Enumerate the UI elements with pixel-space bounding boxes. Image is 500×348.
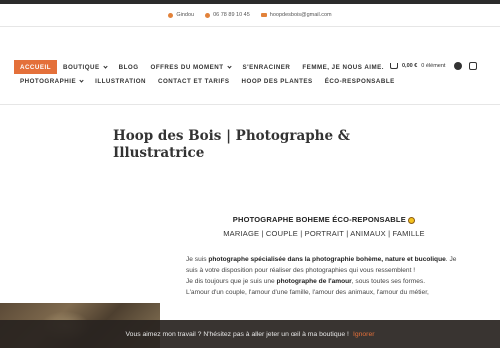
- header-divider: [0, 26, 500, 27]
- nav-item-offres[interactable]: OFFRES DU MOMENT: [145, 64, 237, 71]
- tagline-sub: MARIAGE | COUPLE | PORTRAIT | ANIMAUX | …: [223, 229, 425, 238]
- cart-icon: [390, 63, 398, 69]
- chevron-down-icon: [79, 77, 84, 83]
- contact-location: Gindou: [168, 12, 194, 18]
- nav-label: HOOP DES PLANTES: [241, 77, 313, 85]
- phone-text[interactable]: 06 78 89 10 45: [213, 12, 250, 18]
- nav-divider: [0, 104, 500, 105]
- sunflower-icon: [408, 216, 416, 224]
- nav-label: ÉCO-RESPONSABLE: [324, 77, 395, 85]
- text-run-bold: photographe de l'amour: [276, 278, 352, 285]
- nav-row-2: PHOTOGRAPHIE ILLUSTRATION CONTACT ET TAR…: [14, 74, 394, 88]
- nav-item-illustration[interactable]: ILLUSTRATION: [89, 78, 152, 85]
- nav-label: ILLUSTRATION: [95, 77, 147, 85]
- facebook-icon[interactable]: [454, 62, 462, 70]
- intro-paragraph-3: L'amour d'un couple, l'amour d'une famil…: [186, 289, 429, 296]
- text-run: Je dis toujours que je suis une: [186, 278, 277, 285]
- location-pin-icon: [168, 12, 174, 18]
- email-text[interactable]: hoopdesbois@gmail.com: [270, 12, 332, 18]
- contact-phone[interactable]: 06 78 89 10 45: [205, 12, 250, 18]
- main-nav: ACCUEIL BOUTIQUE BLOG OFFRES DU MOMENT S…: [14, 60, 394, 88]
- tagline: PHOTOGRAPHE BOHEME ÉCO-REPONSABLE MARIAG…: [186, 215, 462, 238]
- chevron-down-icon: [226, 63, 232, 69]
- nav-label: BOUTIQUE: [63, 63, 100, 71]
- nav-item-senraciner[interactable]: S'ENRACINER: [237, 64, 297, 71]
- intro-paragraph-2: Je dis toujours que je suis une photogra…: [186, 276, 462, 287]
- contact-email[interactable]: hoopdesbois@gmail.com: [260, 12, 332, 18]
- chevron-down-icon: [103, 63, 108, 69]
- nav-item-accueil[interactable]: ACCUEIL: [14, 60, 57, 74]
- page-title: Hoop des Bois | Photographe & Illustratr…: [113, 128, 350, 161]
- text-run: , sous toutes ses formes.: [351, 278, 426, 285]
- tagline-main: PHOTOGRAPHE BOHEME ÉCO-REPONSABLE: [232, 215, 406, 224]
- phone-icon: [205, 12, 211, 18]
- intro-text: Je suis photographe spécialisée dans la …: [186, 254, 462, 298]
- store-notice: Vous aimez mon travail ? N'hésitez pas à…: [0, 320, 500, 348]
- location-text: Gindou: [176, 12, 195, 18]
- cart-count: 0 élément: [421, 63, 446, 69]
- notice-text: Vous aimez mon travail ? N'hésitez pas à…: [125, 330, 349, 338]
- nav-item-blog[interactable]: BLOG: [113, 64, 145, 71]
- text-run: Je suis: [186, 256, 209, 263]
- tagline-main-row: PHOTOGRAPHE BOHEME ÉCO-REPONSABLE: [186, 215, 462, 224]
- nav-label: ACCUEIL: [20, 63, 51, 71]
- nav-label: FEMME, JE NOUS AIME.: [302, 63, 385, 71]
- nav-item-photographie[interactable]: PHOTOGRAPHIE: [14, 78, 89, 85]
- nav-label: OFFRES DU MOMENT: [150, 63, 224, 71]
- instagram-icon[interactable]: [469, 62, 477, 70]
- nav-label: CONTACT ET TARIFS: [158, 77, 230, 85]
- nav-label: PHOTOGRAPHIE: [20, 77, 77, 85]
- text-run-bold: photographe spécialisée dans la photogra…: [208, 256, 446, 263]
- nav-item-contact[interactable]: CONTACT ET TARIFS: [152, 78, 236, 85]
- cart-amount: 0,00 €: [402, 63, 418, 69]
- envelope-icon: [260, 13, 267, 17]
- nav-item-eco[interactable]: ÉCO-RESPONSABLE: [319, 78, 401, 85]
- intro-paragraph-1: Je suis photographe spécialisée dans la …: [186, 254, 462, 276]
- nav-item-boutique[interactable]: BOUTIQUE: [57, 64, 113, 71]
- nav-label: S'ENRACINER: [242, 63, 291, 71]
- nav-item-femme[interactable]: FEMME, JE NOUS AIME.: [296, 64, 390, 71]
- nav-item-plantes[interactable]: HOOP DES PLANTES: [236, 78, 319, 85]
- cart-link[interactable]: 0,00 € 0 élément: [390, 63, 445, 69]
- dismiss-link[interactable]: Ignorer: [353, 331, 375, 338]
- contact-bar: Gindou 06 78 89 10 45 hoopdesbois@gmail.…: [0, 4, 500, 26]
- nav-label: BLOG: [118, 63, 139, 71]
- nav-row-1: ACCUEIL BOUTIQUE BLOG OFFRES DU MOMENT S…: [14, 60, 386, 74]
